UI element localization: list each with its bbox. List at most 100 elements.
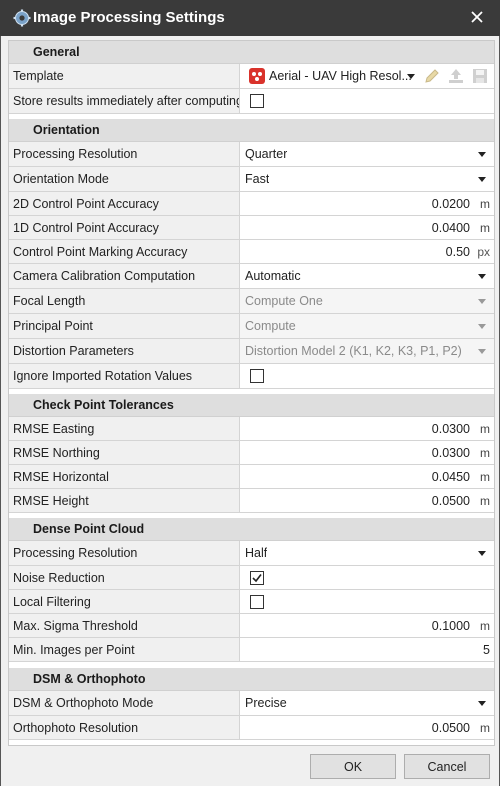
select-value: Precise xyxy=(245,696,287,710)
store-results-checkbox[interactable] xyxy=(250,94,264,108)
input-value: 0.1000 xyxy=(431,618,470,633)
dense-resolution-select[interactable]: Half xyxy=(240,541,494,565)
rmse-northing-input[interactable]: 0.0300 m xyxy=(240,441,494,464)
property-grid: General Template Aerial - UAV High Resol… xyxy=(8,40,495,746)
row-ortho-resolution: Orthophoto Resolution 0.0500 m xyxy=(9,716,494,740)
settings-dialog: General Template Aerial - UAV High Resol… xyxy=(0,36,500,786)
section-orientation[interactable]: Orientation xyxy=(9,119,494,142)
row-orientation-resolution: Processing Resolution Quarter xyxy=(9,142,494,167)
chevron-down-icon xyxy=(478,551,486,556)
rmse-height-label: RMSE Height xyxy=(9,489,240,512)
select-value: Compute xyxy=(245,319,296,333)
camera-calibration-label: Camera Calibration Computation xyxy=(9,264,240,288)
input-value: 0.50 xyxy=(445,244,470,259)
ignore-rotation-checkbox[interactable] xyxy=(250,369,264,383)
orientation-resolution-label: Processing Resolution xyxy=(9,142,240,166)
unit-label: m xyxy=(480,196,490,211)
rmse-horizontal-label: RMSE Horizontal xyxy=(9,465,240,488)
input-value: 0.0300 xyxy=(431,421,470,436)
input-value: 0.0500 xyxy=(431,493,470,508)
input-value: 0.0450 xyxy=(431,469,470,484)
dialog-footer: OK Cancel xyxy=(1,746,499,786)
unit-label: m xyxy=(480,469,490,484)
checkmark-icon xyxy=(252,573,262,582)
row-store-results: Store results immediately after computin… xyxy=(9,89,494,114)
local-filtering-label: Local Filtering xyxy=(9,590,240,613)
row-rmse-height: RMSE Height 0.0500 m xyxy=(9,489,494,513)
noise-reduction-cell xyxy=(240,566,494,589)
chevron-down-icon xyxy=(478,177,486,182)
row-local-filtering: Local Filtering xyxy=(9,590,494,614)
title-bar: Image Processing Settings xyxy=(0,0,500,36)
ok-button[interactable]: OK xyxy=(310,754,396,779)
ignore-rotation-label: Ignore Imported Rotation Values xyxy=(9,364,240,388)
row-camera-calibration: Camera Calibration Computation Automatic xyxy=(9,264,494,289)
marking-accuracy-label: Control Point Marking Accuracy xyxy=(9,240,240,263)
row-dense-resolution: Processing Resolution Half xyxy=(9,541,494,566)
section-title: Dense Point Cloud xyxy=(33,522,145,536)
input-value: 0.0200 xyxy=(431,196,470,211)
sigma-threshold-input[interactable]: 0.1000 m xyxy=(240,614,494,637)
input-value: 0.0500 xyxy=(431,720,470,735)
row-sigma-threshold: Max. Sigma Threshold 0.1000 m xyxy=(9,614,494,638)
row-min-images: Min. Images per Point 5 xyxy=(9,638,494,662)
cancel-button[interactable]: Cancel xyxy=(404,754,490,779)
edit-pencil-icon[interactable] xyxy=(423,67,441,85)
marking-accuracy-input[interactable]: 0.50 px xyxy=(240,240,494,263)
row-focal-length: Focal Length Compute One xyxy=(9,289,494,314)
focal-length-label: Focal Length xyxy=(9,289,240,313)
rmse-horizontal-input[interactable]: 0.0450 m xyxy=(240,465,494,488)
row-distortion: Distortion Parameters Distortion Model 2… xyxy=(9,339,494,364)
noise-reduction-checkbox[interactable] xyxy=(250,570,264,585)
close-icon xyxy=(471,11,483,23)
upload-icon[interactable] xyxy=(447,67,465,85)
template-value: Aerial - UAV High Resol... xyxy=(269,69,412,83)
close-button[interactable] xyxy=(468,8,486,26)
chevron-down-icon xyxy=(478,349,486,354)
1d-accuracy-input[interactable]: 0.0400 m xyxy=(240,216,494,239)
camera-calibration-select[interactable]: Automatic xyxy=(240,264,494,288)
orientation-mode-select[interactable]: Fast xyxy=(240,167,494,191)
ortho-resolution-input[interactable]: 0.0500 m xyxy=(240,716,494,739)
rmse-easting-input[interactable]: 0.0300 m xyxy=(240,417,494,440)
ignore-rotation-cell xyxy=(240,364,494,388)
dsm-mode-select[interactable]: Precise xyxy=(240,691,494,715)
dense-resolution-label: Processing Resolution xyxy=(9,541,240,565)
focal-length-select: Compute One xyxy=(240,289,494,313)
unit-label: m xyxy=(480,421,490,436)
row-1d-accuracy: 1D Control Point Accuracy 0.0400 m xyxy=(9,216,494,240)
row-rmse-northing: RMSE Northing 0.0300 m xyxy=(9,441,494,465)
store-results-label: Store results immediately after computin… xyxy=(9,89,240,113)
local-filtering-checkbox[interactable] xyxy=(250,594,264,609)
min-images-label: Min. Images per Point xyxy=(9,638,240,661)
chevron-down-icon xyxy=(478,299,486,304)
template-icon xyxy=(249,68,265,84)
sigma-threshold-label: Max. Sigma Threshold xyxy=(9,614,240,637)
unit-label: m xyxy=(480,445,490,460)
row-ignore-rotation: Ignore Imported Rotation Values xyxy=(9,364,494,389)
2d-accuracy-label: 2D Control Point Accuracy xyxy=(9,192,240,215)
section-dense-point-cloud[interactable]: Dense Point Cloud xyxy=(9,518,494,541)
section-dsm-orthophoto[interactable]: DSM & Orthophoto xyxy=(9,668,494,691)
save-icon[interactable] xyxy=(471,67,489,85)
unit-label: m xyxy=(480,720,490,735)
section-title: DSM & Orthophoto xyxy=(33,672,146,686)
unit-label: m xyxy=(480,220,490,235)
select-value: Distortion Model 2 (K1, K2, K3, P1, P2) xyxy=(245,344,462,358)
section-check-point-tolerances[interactable]: Check Point Tolerances xyxy=(9,394,494,417)
orientation-resolution-select[interactable]: Quarter xyxy=(240,142,494,166)
chevron-down-icon xyxy=(478,274,486,279)
input-value: 0.0300 xyxy=(431,445,470,460)
window-title: Image Processing Settings xyxy=(33,9,225,26)
row-noise-reduction: Noise Reduction xyxy=(9,566,494,590)
rmse-height-input[interactable]: 0.0500 m xyxy=(240,489,494,512)
template-dropdown[interactable]: Aerial - UAV High Resol... xyxy=(240,64,494,88)
section-general[interactable]: General xyxy=(9,41,494,64)
min-images-input[interactable]: 5 xyxy=(240,638,494,661)
2d-accuracy-input[interactable]: 0.0200 m xyxy=(240,192,494,215)
unit-label: px xyxy=(477,244,490,259)
select-value: Compute One xyxy=(245,294,323,308)
distortion-label: Distortion Parameters xyxy=(9,339,240,363)
distortion-select: Distortion Model 2 (K1, K2, K3, P1, P2) xyxy=(240,339,494,363)
row-template: Template Aerial - UAV High Resol... xyxy=(9,64,494,89)
